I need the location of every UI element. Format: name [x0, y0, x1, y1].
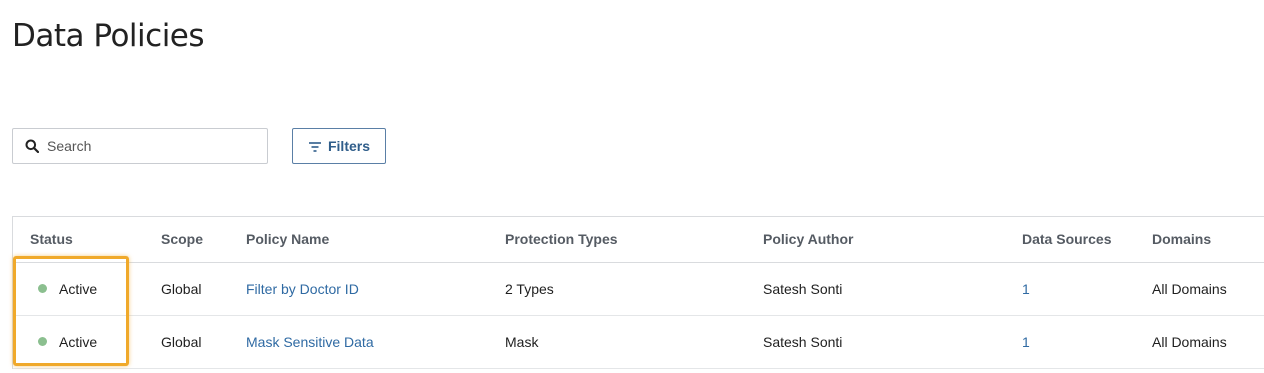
data-sources-cell: 1: [1005, 315, 1135, 369]
column-header-protection-types[interactable]: Protection Types: [488, 217, 746, 263]
data-sources-link[interactable]: 1: [1022, 334, 1030, 350]
filter-icon: [308, 140, 322, 152]
column-header-status[interactable]: Status: [13, 217, 144, 263]
policy-name-link[interactable]: Filter by Doctor ID: [246, 281, 359, 297]
column-header-data-sources[interactable]: Data Sources: [1005, 217, 1135, 263]
table-row[interactable]: Active Global Filter by Doctor ID 2 Type…: [13, 262, 1264, 316]
status-label: Active: [59, 333, 98, 350]
scope-cell: Global: [144, 315, 229, 369]
domains-cell: All Domains: [1135, 315, 1264, 369]
policy-name-cell: Mask Sensitive Data: [229, 315, 488, 369]
status-cell: Active: [13, 315, 144, 369]
policy-author-cell: Satesh Sonti: [746, 262, 1005, 316]
page-title: Data Policies: [12, 18, 205, 54]
status-dot-icon: [38, 284, 47, 293]
policy-name-link[interactable]: Mask Sensitive Data: [246, 334, 374, 350]
filters-label: Filters: [327, 138, 370, 154]
filters-button[interactable]: Filters: [292, 128, 386, 164]
data-sources-link[interactable]: 1: [1022, 281, 1030, 297]
protection-types-cell: 2 Types: [488, 262, 746, 316]
column-header-scope[interactable]: Scope: [144, 217, 229, 263]
policies-table: Status Scope Policy Name Protection Type…: [12, 216, 1264, 369]
protection-types-cell: Mask: [488, 315, 746, 369]
column-header-domains[interactable]: Domains: [1135, 217, 1264, 263]
status-dot-icon: [38, 337, 47, 346]
domains-cell: All Domains: [1135, 262, 1264, 316]
policy-author-cell: Satesh Sonti: [746, 315, 1005, 369]
column-header-policy-author[interactable]: Policy Author: [746, 217, 1005, 263]
status-cell: Active: [13, 262, 144, 316]
search-icon: [25, 139, 40, 154]
table-row[interactable]: Active Global Mask Sensitive Data Mask S…: [13, 315, 1264, 369]
search-input[interactable]: [47, 138, 247, 154]
search-box[interactable]: [12, 128, 268, 164]
status-label: Active: [59, 280, 98, 297]
policy-name-cell: Filter by Doctor ID: [229, 262, 488, 316]
scope-cell: Global: [144, 262, 229, 316]
column-header-policy-name[interactable]: Policy Name: [229, 217, 488, 263]
table-header-row: Status Scope Policy Name Protection Type…: [13, 217, 1264, 263]
data-sources-cell: 1: [1005, 262, 1135, 316]
